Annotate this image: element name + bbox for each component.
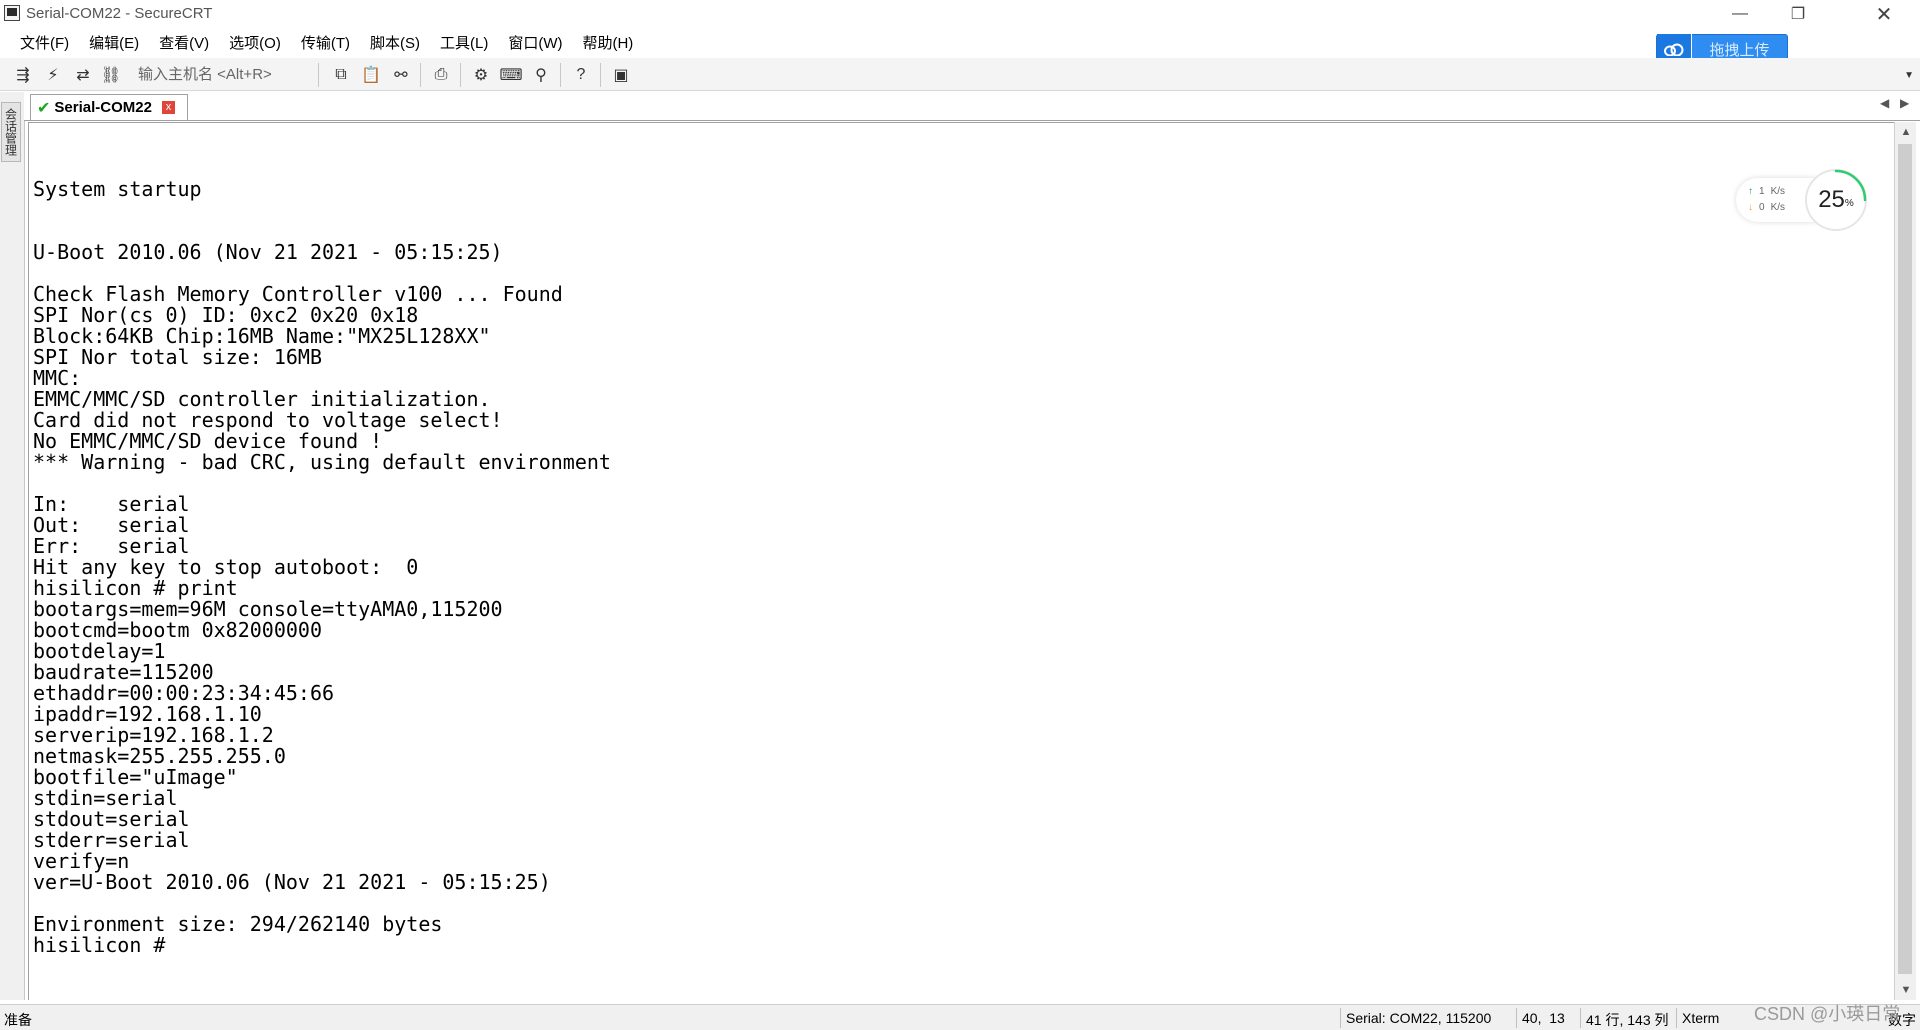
reconnect-icon[interactable]: ⇄	[72, 64, 94, 86]
download-rate: ↓ 0 K/s	[1748, 202, 1785, 213]
sftp-icon[interactable]: ⚲	[530, 64, 552, 86]
session-manager-tab[interactable]: 会话管理	[1, 102, 21, 162]
watermark: CSDN @小瑛日常	[1754, 1004, 1901, 1024]
quick-connect-icon[interactable]: ⚡	[42, 64, 64, 86]
download-rate-value: 0	[1759, 202, 1765, 213]
tab-serial-com22[interactable]: ✔ Serial-COM22 x	[30, 94, 188, 120]
status-terminal-type: Xterm	[1682, 1010, 1720, 1026]
menu-options[interactable]: 选项(O)	[219, 32, 291, 53]
help-icon[interactable]: ?	[570, 64, 592, 86]
terminal-output: System startup U-Boot 2010.06 (Nov 21 20…	[33, 177, 611, 957]
toolbar-separator	[560, 63, 561, 87]
usage-percent: 25%	[1804, 168, 1868, 232]
menu-transfer[interactable]: 传输(T)	[291, 32, 360, 53]
scroll-up-icon[interactable]: ▲	[1895, 122, 1917, 142]
status-cursor: 40, 13	[1522, 1010, 1565, 1026]
connected-check-icon: ✔	[37, 99, 51, 117]
download-rate-unit: K/s	[1770, 202, 1786, 213]
screen-icon[interactable]: ▣	[610, 64, 632, 86]
toolbar-dropdown-icon[interactable]: ▼	[1904, 70, 1914, 81]
toolbar-separator	[460, 63, 461, 87]
upload-rate-value: 1	[1759, 186, 1765, 197]
status-ready: 准备	[4, 1012, 32, 1028]
terminal-screen[interactable]: System startup U-Boot 2010.06 (Nov 21 20…	[28, 122, 1894, 1000]
status-divider	[1340, 1008, 1341, 1028]
session-manager-panel: 会话管理	[0, 92, 25, 1000]
toolbar-separator	[600, 63, 601, 87]
usage-percent-sign: %	[1844, 197, 1854, 209]
status-divider	[1676, 1008, 1677, 1028]
menu-help[interactable]: 帮助(H)	[572, 32, 643, 53]
menu-script[interactable]: 脚本(S)	[360, 32, 430, 53]
menu-file[interactable]: 文件(F)	[10, 32, 79, 53]
status-bar: 准备 Serial: COM22, 115200 40, 13 41 行, 14…	[0, 1004, 1920, 1030]
tab-label: Serial-COM22	[54, 99, 152, 116]
menu-view[interactable]: 查看(V)	[149, 32, 219, 53]
tab-scroll-left-icon[interactable]: ◀	[1880, 96, 1889, 110]
tab-scroll-right-icon[interactable]: ▶	[1900, 96, 1909, 110]
disconnect-icon[interactable]: ⛓	[100, 64, 122, 86]
toolbar-separator	[318, 63, 319, 87]
upload-arrow-icon: ↑	[1748, 186, 1753, 197]
copy-icon[interactable]: ⧉	[330, 64, 352, 86]
close-button[interactable]: ✕	[1856, 0, 1912, 28]
find-icon[interactable]: ⚯	[390, 64, 412, 86]
tab-bar: ✔ Serial-COM22 x ◀ ▶	[24, 92, 1920, 121]
settings-icon[interactable]: ⚙	[470, 64, 492, 86]
menu-tools[interactable]: 工具(L)	[430, 32, 498, 53]
download-arrow-icon: ↓	[1748, 202, 1753, 213]
app-icon	[4, 5, 20, 21]
scroll-thumb[interactable]	[1898, 144, 1912, 974]
title-bar: Serial-COM22 - SecureCRT — ❐ ✕	[0, 0, 1920, 28]
host-name-input[interactable]	[136, 62, 310, 86]
connect-icon[interactable]: ⇶	[12, 64, 34, 86]
menu-window[interactable]: 窗口(W)	[498, 32, 572, 53]
paste-icon[interactable]: 📋	[360, 64, 382, 86]
status-connection: Serial: COM22, 115200	[1346, 1010, 1492, 1026]
print-icon[interactable]: ⎙	[430, 64, 452, 86]
tab-close-button[interactable]: x	[162, 101, 175, 114]
upload-rate: ↑ 1 K/s	[1748, 186, 1785, 197]
drag-upload-label: 拖拽上传	[1709, 41, 1770, 59]
status-divider	[1580, 1008, 1581, 1028]
usage-percent-value: 25	[1818, 186, 1845, 213]
upload-rate-unit: K/s	[1770, 186, 1786, 197]
scroll-down-icon[interactable]: ▼	[1895, 980, 1917, 1000]
menu-edit[interactable]: 编辑(E)	[79, 32, 149, 53]
toolbar-separator	[420, 63, 421, 87]
network-speed-widget[interactable]: ↑ 1 K/s ↓ 0 K/s 25%	[1736, 168, 1868, 232]
minimize-button[interactable]: —	[1712, 0, 1768, 28]
maximize-button[interactable]: ❐	[1770, 0, 1826, 28]
keymap-icon[interactable]: ⌨	[499, 64, 522, 86]
menu-bar: 文件(F) 编辑(E) 查看(V) 选项(O) 传输(T) 脚本(S) 工具(L…	[0, 30, 643, 54]
status-divider	[1516, 1008, 1517, 1028]
status-size: 41 行, 143 列	[1586, 1012, 1669, 1028]
terminal-scrollbar[interactable]: ▲ ▼	[1894, 122, 1916, 1000]
window-title: Serial-COM22 - SecureCRT	[26, 5, 213, 22]
securecrt-window: Serial-COM22 - SecureCRT — ❐ ✕ 文件(F) 编辑(…	[0, 0, 1920, 1030]
